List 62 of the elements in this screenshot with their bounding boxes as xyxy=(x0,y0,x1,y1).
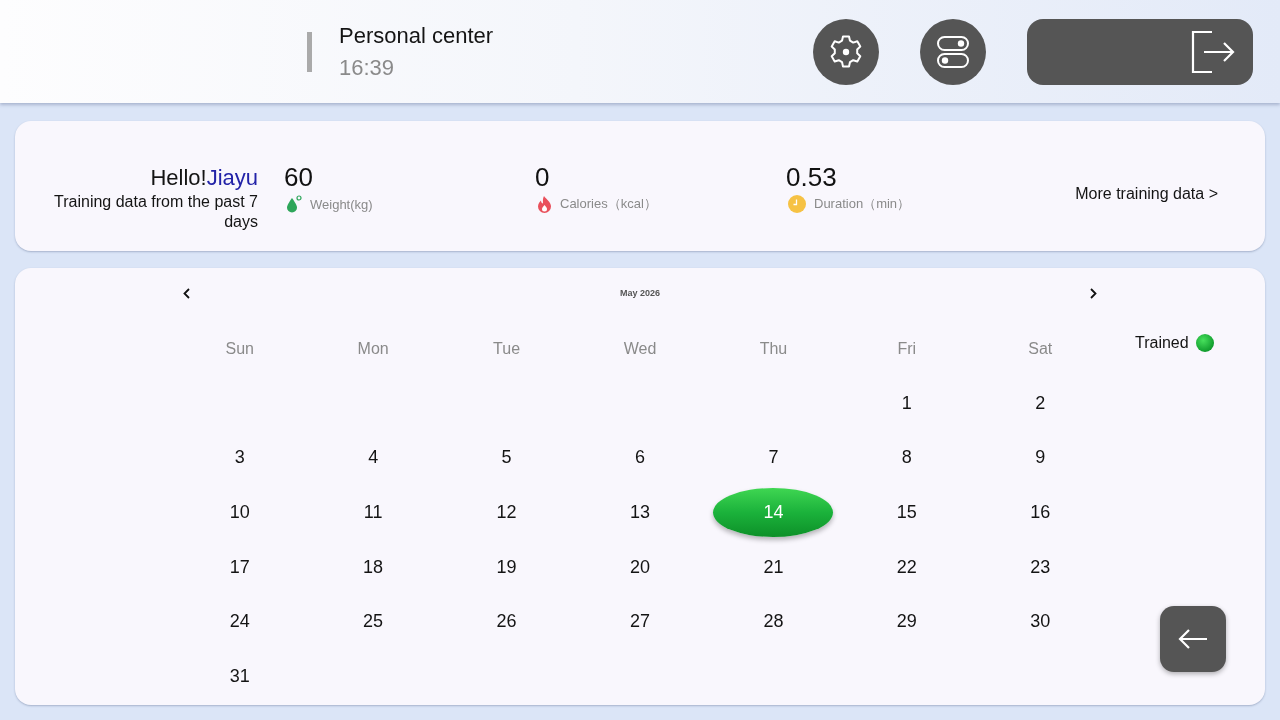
calendar-day[interactable]: 9 xyxy=(1035,447,1046,469)
weekday-label: Sat xyxy=(1028,340,1053,358)
calendar-day[interactable]: 1 xyxy=(901,392,912,414)
calendar-day[interactable]: 26 xyxy=(496,611,517,633)
calendar-day[interactable]: 16 xyxy=(1030,502,1051,523)
stat-value: 0 xyxy=(535,162,551,192)
drop-icon xyxy=(286,195,302,213)
chevron-right-icon xyxy=(1090,287,1097,299)
calendar-day[interactable]: 6 xyxy=(635,447,645,469)
calendar-day[interactable]: 18 xyxy=(363,556,384,578)
stat-label: Weight(kg) xyxy=(310,196,373,212)
clock-icon xyxy=(788,195,806,213)
calendar-day[interactable]: 21 xyxy=(763,556,784,578)
stat-label: Calories（kcal） xyxy=(560,195,657,213)
calendar-day[interactable]: 3 xyxy=(234,447,245,469)
calendar-day[interactable]: 22 xyxy=(896,556,917,578)
weekday-label: Wed xyxy=(623,340,657,358)
calendar-day[interactable]: 24 xyxy=(229,611,250,633)
calendar-day[interactable]: 4 xyxy=(368,447,379,469)
back-arrow-icon xyxy=(1178,628,1208,650)
calendar-day[interactable]: 27 xyxy=(629,611,650,633)
calendar-day[interactable]: 20 xyxy=(629,556,650,578)
calendar-day[interactable]: 12 xyxy=(496,502,517,523)
clock-time: 16:39 xyxy=(339,53,396,82)
weekday-label: Tue xyxy=(493,340,521,358)
back-button[interactable] xyxy=(1160,606,1226,672)
weekday-label: Fri xyxy=(897,340,917,358)
chevron-left-icon xyxy=(183,287,190,299)
calendar-day[interactable]: 10 xyxy=(229,502,250,523)
logout-icon xyxy=(1191,29,1235,74)
page-title: Personal center xyxy=(339,21,494,50)
more-data-link[interactable]: More training data > xyxy=(1075,184,1218,204)
calendar-day[interactable]: 15 xyxy=(896,502,917,523)
logout-button[interactable] xyxy=(1027,18,1253,85)
settings-icon xyxy=(828,33,864,70)
calendar-day[interactable]: 5 xyxy=(501,447,512,469)
flame-icon xyxy=(537,195,552,213)
greeting-text: Hello!Jiayu xyxy=(149,164,258,192)
weekday-label: Thu xyxy=(759,340,788,358)
weekday-label: Sun xyxy=(225,340,254,358)
calendar-day[interactable]: 11 xyxy=(363,502,383,523)
toggle-switches-icon xyxy=(936,34,970,69)
summary-subtitle: Training data from the past 7 days xyxy=(53,192,258,232)
calendar-day[interactable]: 23 xyxy=(1030,556,1051,578)
calendar-day[interactable]: 2 xyxy=(1035,392,1046,414)
calendar-day[interactable]: 13 xyxy=(629,502,650,523)
calendar-day[interactable]: 29 xyxy=(896,611,917,633)
stat-value: 60 xyxy=(284,162,314,192)
weekday-label: Mon xyxy=(357,340,389,358)
calendar-day[interactable]: 7 xyxy=(768,447,779,469)
stat-label: Duration（min） xyxy=(814,195,911,213)
status-dot-icon xyxy=(1195,334,1214,352)
calendar-day[interactable]: 19 xyxy=(496,556,517,578)
calendar-day[interactable]: 8 xyxy=(901,447,912,469)
calendar-day[interactable]: 30 xyxy=(1030,611,1051,633)
month-label: May 2026 xyxy=(620,288,660,298)
legend-label: Trained xyxy=(1135,334,1189,352)
calendar-day[interactable]: 28 xyxy=(763,611,784,633)
stat-value: 0.53 xyxy=(786,162,838,192)
calendar-day[interactable]: 31 xyxy=(229,665,250,687)
calendar-day[interactable]: 25 xyxy=(363,611,384,633)
calendar-day[interactable]: 17 xyxy=(229,556,250,578)
